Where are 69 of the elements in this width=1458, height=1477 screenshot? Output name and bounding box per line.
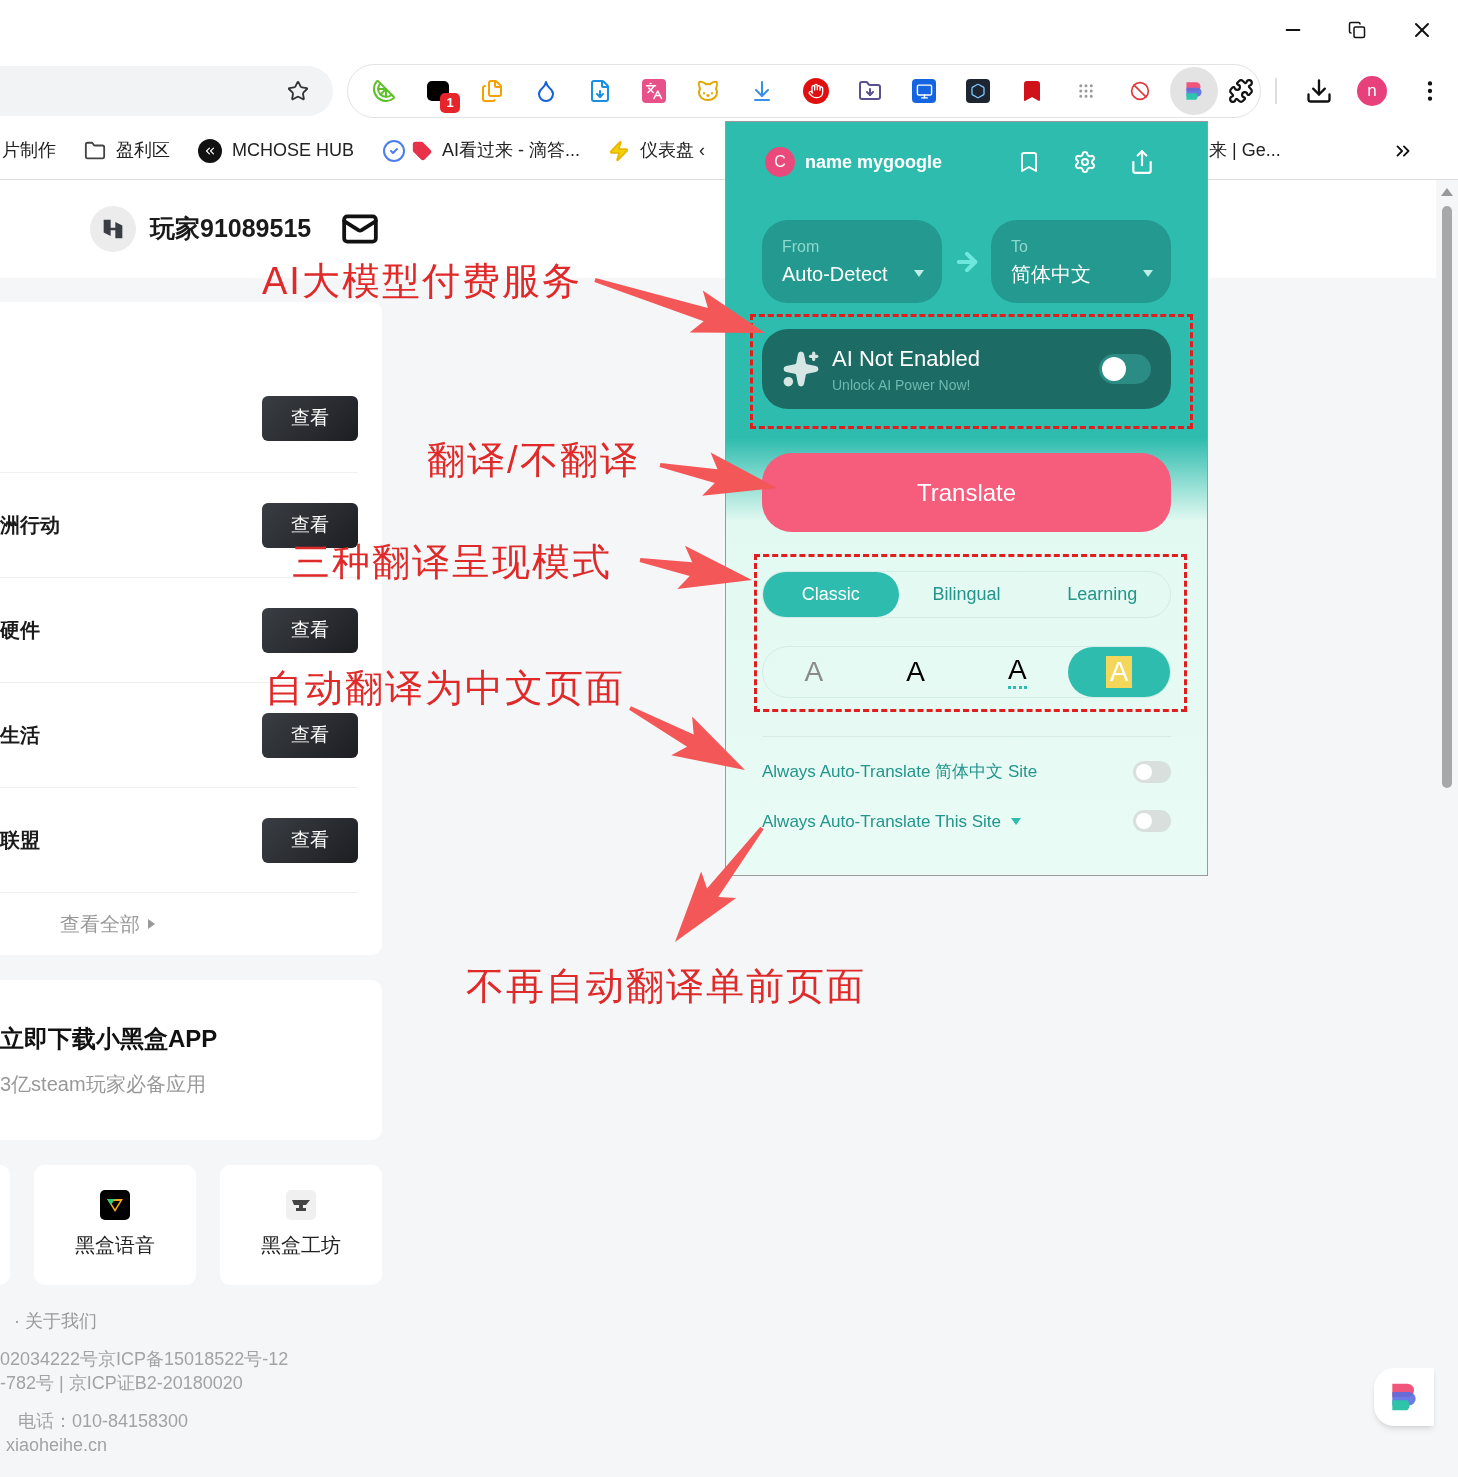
bookmark[interactable]: 片制作	[0, 133, 58, 168]
list-item-title: 生活	[0, 723, 40, 748]
puzzle-icon[interactable]	[1228, 78, 1254, 104]
annotation-label: 不再自动翻译单前页面	[466, 964, 866, 1009]
footer-text: xiaoheihe.cn	[5, 1434, 109, 1457]
annotation-label: 自动翻译为中文页面	[265, 666, 625, 711]
cat-icon	[696, 79, 720, 103]
address-field[interactable]	[0, 66, 333, 116]
translate-icon	[642, 79, 666, 103]
pointer-block-icon	[1130, 81, 1150, 101]
auto-translate-option[interactable]: Always Auto-Translate This Site	[762, 808, 1022, 834]
account-avatar[interactable]: C	[765, 147, 795, 177]
view-button[interactable]: 查看	[262, 712, 358, 758]
bookmark[interactable]: 盈利区	[82, 133, 172, 168]
footer-text: -782号 | 京ICP证B2-20180020	[0, 1372, 244, 1395]
ai-status-subtitle: Unlock AI Power Now!	[832, 376, 972, 395]
footer-text: 电话：010-84158300	[17, 1410, 190, 1433]
extension-button[interactable]: 1	[414, 67, 462, 115]
grip-icon	[1077, 82, 1095, 100]
annotation-label: 翻译/不翻译	[427, 438, 640, 483]
share-icon[interactable]	[1129, 149, 1155, 175]
restore-icon[interactable]	[1348, 21, 1366, 39]
floating-translate-button[interactable]	[1374, 1368, 1434, 1426]
toggle-switch[interactable]	[1099, 354, 1151, 384]
list-item-title: 联盟	[0, 828, 40, 853]
files-icon	[480, 79, 504, 103]
bookmark[interactable]: 来 | Ge...	[1207, 133, 1283, 168]
check-circle-icon	[382, 138, 406, 163]
folder-icon	[84, 139, 106, 162]
app-tile[interactable]: 黑盒工坊	[220, 1165, 382, 1285]
app-tile-label: 黑盒语音	[75, 1233, 155, 1258]
app-tile-label: 黑盒工坊	[261, 1233, 341, 1258]
annotation-label: AI大模型付费服务	[262, 259, 582, 304]
stop-hand-icon	[803, 78, 829, 104]
bookmark[interactable]: MCHOSE HUB	[196, 133, 356, 168]
display-style-option[interactable]: A	[864, 647, 967, 697]
sparkles-icon	[782, 350, 820, 388]
anvil-icon	[286, 1190, 316, 1220]
footer-links: · 关于我们	[13, 1310, 98, 1333]
star-icon[interactable]	[287, 80, 309, 102]
toggle-switch[interactable]	[1133, 760, 1171, 783]
app-tile[interactable]: 黑盒语音	[34, 1165, 196, 1285]
view-button[interactable]: 查看	[262, 396, 358, 441]
settings-icon[interactable]	[1073, 150, 1097, 174]
app-card-title: 立即下载小黑盒APP	[0, 1024, 219, 1054]
ai-status-title: AI Not Enabled	[832, 345, 980, 373]
view-button[interactable]: 查看	[262, 607, 358, 653]
voice-app-icon	[100, 1190, 130, 1220]
lime-icon	[372, 79, 396, 103]
username[interactable]: 玩家91089515	[150, 210, 312, 248]
bolt-icon	[608, 139, 631, 162]
list-item-title: 洲行动	[0, 513, 60, 538]
notification-badge: 1	[440, 93, 460, 113]
logo-icon	[198, 138, 222, 163]
download-icon[interactable]	[1305, 77, 1333, 105]
view-button[interactable]: 查看	[262, 817, 358, 863]
folder-download-icon	[858, 79, 882, 103]
bookmark[interactable]: AI看过来 - 滴答...	[380, 133, 583, 168]
list-item-title: 硬件	[0, 618, 40, 643]
user-avatar[interactable]	[90, 206, 136, 252]
profile-avatar[interactable]: n	[1357, 76, 1387, 106]
display-style-option[interactable]: A	[966, 647, 1069, 697]
app-card-subtitle: 3亿steam玩家必备应用	[0, 1072, 207, 1097]
file-download-icon	[588, 79, 612, 103]
monitor-icon	[912, 79, 936, 103]
footer-text: 02034222号京ICP备15018522号-12	[0, 1348, 290, 1371]
bookmark[interactable]: 仪表盘 ‹	[606, 133, 708, 168]
tag-icon	[412, 140, 432, 161]
toggle-switch[interactable]	[1133, 810, 1171, 833]
